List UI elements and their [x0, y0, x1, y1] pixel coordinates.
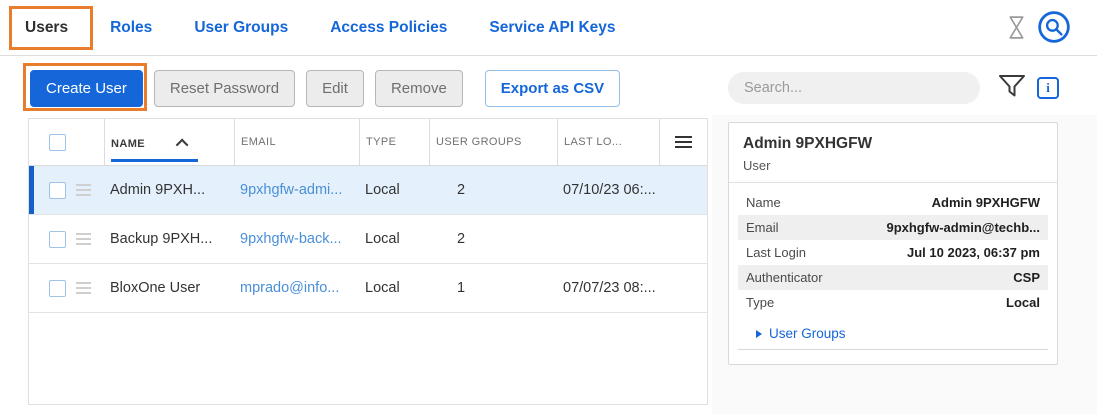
column-header-last-login[interactable]: LAST LO...: [557, 119, 659, 165]
detail-fields: Name Admin 9PXHGFW Email 9pxhgfw-admin@t…: [738, 190, 1048, 315]
cell-user-groups: 2: [429, 231, 557, 247]
cell-user-groups: 1: [429, 280, 557, 296]
cell-name: BloxOne User: [104, 280, 234, 296]
hamburger-menu-icon: [675, 141, 692, 144]
reset-password-button[interactable]: Reset Password: [154, 70, 295, 107]
remove-button[interactable]: Remove: [375, 70, 463, 107]
detail-field-type: Type Local: [738, 290, 1048, 315]
cell-email-link[interactable]: 9pxhgfw-admi...: [234, 182, 359, 198]
detail-title: Admin 9PXHGFW: [743, 135, 1043, 153]
tab-bar: Users Roles User Groups Access Policies …: [0, 0, 1097, 56]
tab-access-policies[interactable]: Access Policies: [330, 19, 447, 37]
cell-name: Backup 9PXH...: [104, 231, 234, 247]
expand-triangle-icon: [756, 330, 762, 338]
toolbar: Create User Reset Password Edit Remove E…: [30, 70, 620, 107]
hourglass-icon: [1006, 14, 1027, 46]
cell-email-link[interactable]: 9pxhgfw-back...: [234, 231, 359, 247]
detail-panel-area: Admin 9PXHGFW User Name Admin 9PXHGFW Em…: [712, 115, 1097, 414]
user-groups-expand-link[interactable]: User Groups: [738, 317, 1048, 350]
cell-type: Local: [359, 182, 429, 198]
cell-user-groups: 2: [429, 182, 557, 198]
tab-user-groups[interactable]: User Groups: [194, 19, 288, 37]
detail-field-email: Email 9pxhgfw-admin@techb...: [738, 215, 1048, 240]
table-row[interactable]: Backup 9PXH... 9pxhgfw-back... Local 2: [29, 215, 707, 264]
cell-last-login: 07/10/23 06:...: [557, 182, 659, 198]
cell-type: Local: [359, 231, 429, 247]
search-input[interactable]: [728, 72, 980, 104]
detail-subtitle: User: [743, 158, 1043, 173]
cell-email-link[interactable]: mprado@info...: [234, 280, 359, 296]
select-all-cell: [29, 119, 104, 165]
topbar-icons: [1006, 10, 1071, 49]
column-header-email[interactable]: EMAIL: [234, 119, 359, 165]
global-search-icon[interactable]: [1037, 10, 1071, 49]
cell-name: Admin 9PXH...: [104, 182, 234, 198]
filter-funnel-icon[interactable]: [997, 74, 1027, 102]
tab-users[interactable]: Users: [25, 19, 68, 37]
row-checkbox[interactable]: [49, 182, 66, 199]
detail-field-last-login: Last Login Jul 10 2023, 06:37 pm: [738, 240, 1048, 265]
create-user-button[interactable]: Create User: [30, 70, 143, 107]
column-menu-button[interactable]: [659, 119, 707, 165]
drag-handle-icon[interactable]: [76, 287, 91, 289]
row-checkbox[interactable]: [49, 231, 66, 248]
row-checkbox[interactable]: [49, 280, 66, 297]
detail-field-name: Name Admin 9PXHGFW: [738, 190, 1048, 215]
detail-field-authenticator: Authenticator CSP: [738, 265, 1048, 290]
column-header-user-groups[interactable]: USER GROUPS: [429, 119, 557, 165]
users-table: NAME EMAIL TYPE USER GROUPS LAST LO... A…: [28, 118, 708, 405]
tab-roles[interactable]: Roles: [110, 19, 152, 37]
select-all-checkbox[interactable]: [49, 134, 66, 151]
column-header-type[interactable]: TYPE: [359, 119, 429, 165]
table-row[interactable]: Admin 9PXH... 9pxhgfw-admi... Local 2 07…: [29, 166, 707, 215]
user-detail-card: Admin 9PXHGFW User Name Admin 9PXHGFW Em…: [728, 122, 1058, 365]
drag-handle-icon[interactable]: [76, 238, 91, 240]
column-header-name[interactable]: NAME: [104, 119, 234, 165]
edit-button[interactable]: Edit: [306, 70, 364, 107]
tab-service-api-keys[interactable]: Service API Keys: [489, 19, 615, 37]
info-icon[interactable]: i: [1037, 77, 1059, 99]
table-header-row: NAME EMAIL TYPE USER GROUPS LAST LO...: [29, 119, 707, 166]
sort-ascending-icon: [176, 139, 189, 152]
cell-type: Local: [359, 280, 429, 296]
drag-handle-icon[interactable]: [76, 189, 91, 191]
export-csv-button[interactable]: Export as CSV: [485, 70, 620, 107]
table-row[interactable]: BloxOne User mprado@info... Local 1 07/0…: [29, 264, 707, 313]
cell-last-login: 07/07/23 08:...: [557, 280, 659, 296]
